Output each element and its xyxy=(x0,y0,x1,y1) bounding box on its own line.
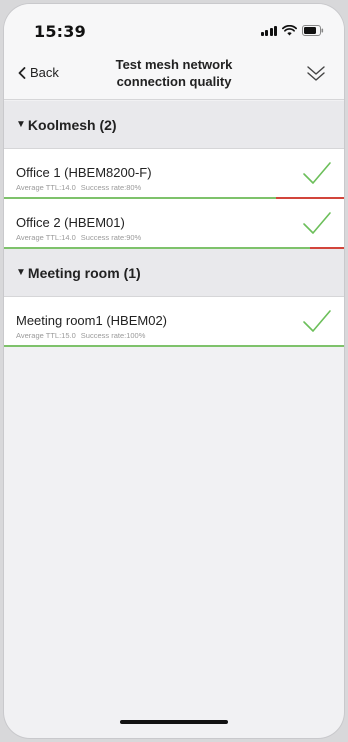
device-stats: Average TTL:15.0 Success rate:100% xyxy=(16,331,145,340)
quality-bar xyxy=(4,247,344,249)
home-indicator[interactable] xyxy=(120,720,228,724)
list-item[interactable]: Office 1 (HBEM8200-F) Average TTL:14.0 Su… xyxy=(4,149,344,199)
phone-screen: 15:39 Back Test mesh network connection … xyxy=(4,4,344,738)
double-chevron-down-icon xyxy=(307,66,325,81)
device-name: Meeting room1 (HBEM02) xyxy=(16,313,167,328)
page-title-line2: connection quality xyxy=(116,74,232,89)
average-ttl: Average TTL:14.0 xyxy=(16,183,76,192)
device-stats: Average TTL:14.0 Success rate:80% xyxy=(16,183,141,192)
list-item[interactable]: Office 2 (HBEM01) Average TTL:14.0 Succes… xyxy=(4,199,344,249)
collapse-all-button[interactable] xyxy=(306,64,326,87)
list-item[interactable]: Meeting room1 (HBEM02) Average TTL:15.0 S… xyxy=(4,297,344,347)
success-rate: Success rate:80% xyxy=(80,183,142,192)
average-ttl: Average TTL:14.0 xyxy=(16,233,76,242)
average-ttl: Average TTL:15.0 xyxy=(16,331,76,340)
wifi-icon xyxy=(282,25,297,36)
group-header-meeting-room[interactable]: ▼ Meeting room (1) xyxy=(4,249,344,297)
quality-bar-fill xyxy=(4,247,310,249)
navigation-bar: Back Test mesh network connection qualit… xyxy=(4,48,344,100)
back-button[interactable]: Back xyxy=(18,65,59,80)
back-label: Back xyxy=(30,65,59,80)
device-name: Office 2 (HBEM01) xyxy=(16,215,125,230)
chevron-left-icon xyxy=(18,66,26,79)
device-name: Office 1 (HBEM8200-F) xyxy=(16,165,152,180)
group-header-label: Koolmesh (2) xyxy=(27,116,117,133)
status-icons xyxy=(260,25,325,36)
signal-icon xyxy=(260,25,277,36)
quality-bar-fill xyxy=(4,345,344,347)
caret-down-icon: ▼ xyxy=(16,267,26,278)
page-title: Test mesh network connection quality xyxy=(94,56,254,90)
device-stats: Average TTL:14.0 Success rate:90% xyxy=(16,233,141,242)
quality-bar xyxy=(4,345,344,347)
page-title-line1: Test mesh network xyxy=(115,57,233,72)
success-rate: Success rate:100% xyxy=(80,331,146,340)
success-rate: Success rate:90% xyxy=(80,233,142,242)
group-header-label: Meeting room (1) xyxy=(27,264,141,281)
checkmark-icon xyxy=(302,160,332,191)
caret-down-icon: ▼ xyxy=(16,119,26,130)
group-list: ▼ Koolmesh (2) Office 1 (HBEM8200-F) Ave… xyxy=(4,101,344,347)
battery-icon xyxy=(302,25,324,36)
status-time: 15:39 xyxy=(34,22,86,41)
checkmark-icon xyxy=(302,210,332,241)
status-bar: 15:39 xyxy=(4,4,344,48)
group-header-koolmesh[interactable]: ▼ Koolmesh (2) xyxy=(4,101,344,149)
checkmark-icon xyxy=(302,308,332,339)
